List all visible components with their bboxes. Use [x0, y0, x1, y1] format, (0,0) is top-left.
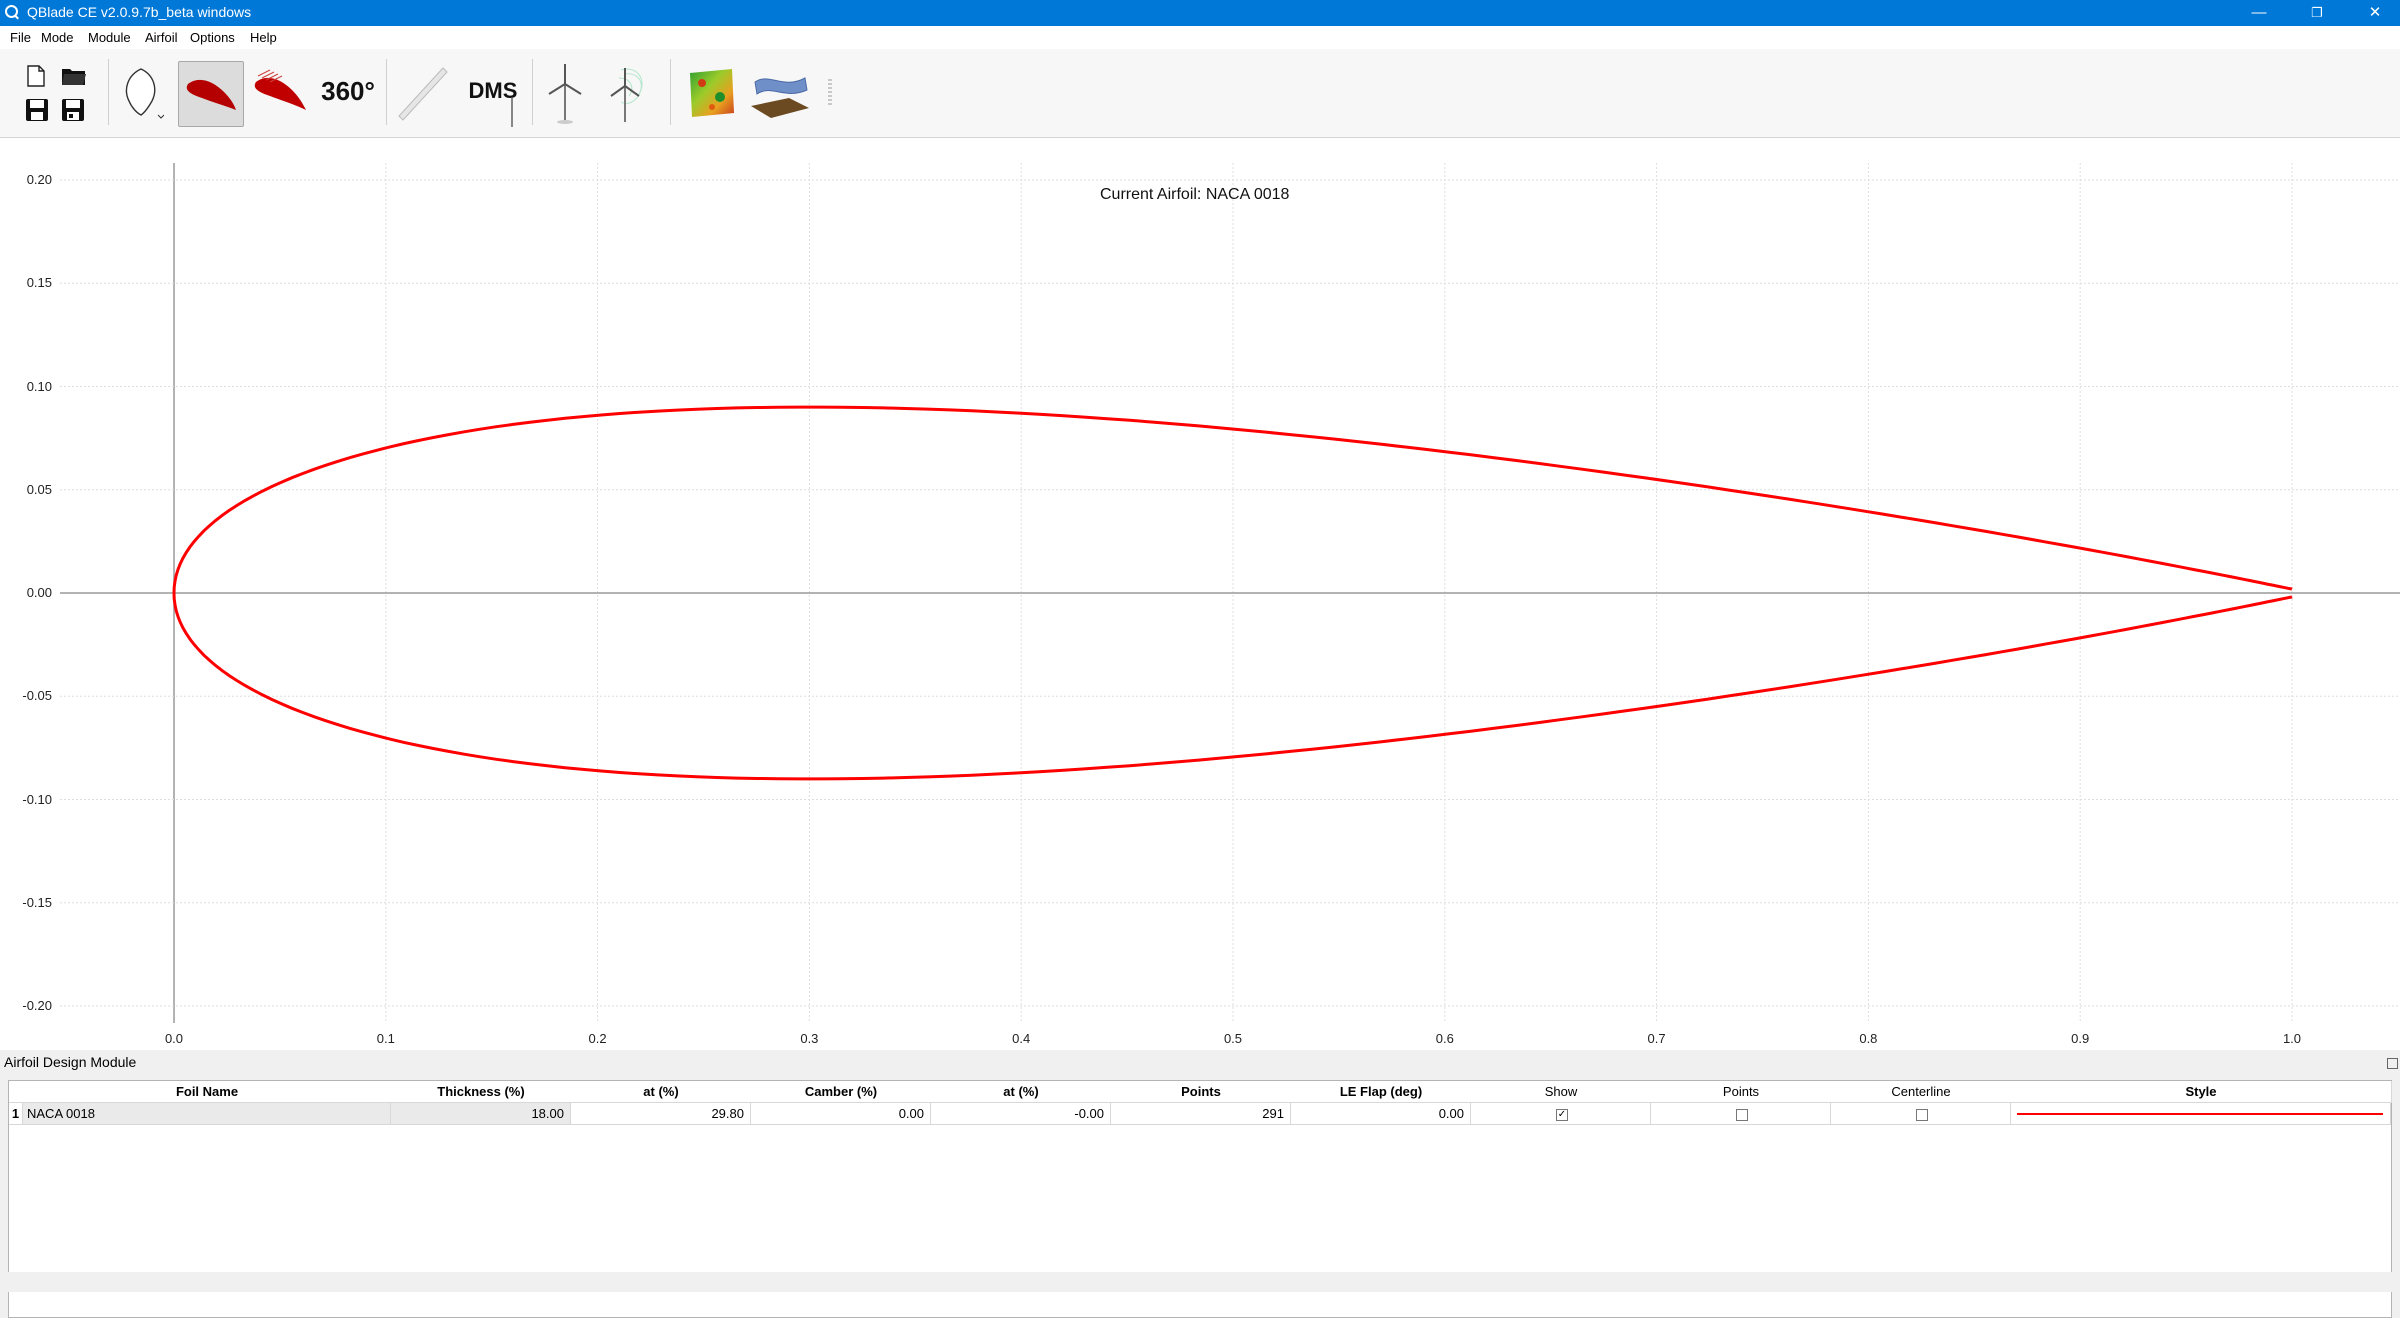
save-as-icon[interactable] [60, 97, 86, 123]
open-folder-icon[interactable] [60, 63, 88, 89]
xfoil-analysis-icon[interactable] [248, 61, 312, 125]
y-tick-label: 0.10 [26, 378, 52, 394]
minimize-button[interactable]: — [2236, 0, 2282, 26]
menu-options[interactable]: Options [190, 30, 235, 45]
col-show[interactable]: Show [1471, 1081, 1652, 1103]
menu-airfoil[interactable]: Airfoil [145, 30, 178, 45]
table-header: Foil Name Thickness (%) at (%) Camber (%… [9, 1081, 2392, 1103]
x-tick-label: 0.8 [1859, 1031, 1878, 1046]
menu-mode[interactable]: Mode [41, 30, 74, 45]
x-tick-label: 0.9 [2071, 1031, 2090, 1046]
x-tick-label: 0.0 [164, 1031, 184, 1046]
centerline-checkbox[interactable] [1916, 1109, 1928, 1121]
foil-name-cell[interactable]: NACA 0018 [23, 1103, 391, 1125]
show-checkbox[interactable]: ✓ [1556, 1109, 1568, 1121]
structural-icon[interactable] [748, 67, 812, 121]
x-tick-label: 0.1 [376, 1031, 395, 1046]
status-bar [0, 1272, 2400, 1292]
centerline-cell [1831, 1103, 2011, 1125]
points-cell[interactable]: 291 [1111, 1103, 1291, 1125]
x-tick-label: 0.2 [588, 1031, 607, 1046]
x-tick-label: 1.0 [2282, 1031, 2302, 1046]
toolbar: 360° DMS [0, 49, 2400, 138]
col-camber-at[interactable]: at (%) [931, 1081, 1112, 1103]
col-style[interactable]: Style [2011, 1081, 2392, 1103]
thickness-at-cell[interactable]: 29.80 [571, 1103, 751, 1125]
camber-at-cell[interactable]: -0.00 [931, 1103, 1111, 1125]
col-le-flap[interactable]: LE Flap (deg) [1291, 1081, 1472, 1103]
camber-cell[interactable]: 0.00 [751, 1103, 931, 1125]
dms-turbine-icon [505, 97, 519, 127]
blade-design-icon[interactable] [392, 61, 452, 125]
show-points-checkbox[interactable] [1736, 1109, 1748, 1121]
window-title: QBlade CE v2.0.9.7b_beta windows [27, 4, 252, 20]
airfoil-chart [60, 163, 2400, 1023]
y-tick-label: -0.10 [22, 791, 52, 807]
menu-help[interactable]: Help [250, 30, 277, 45]
turbine-icon[interactable] [540, 61, 590, 125]
y-tick-label: 0.05 [26, 481, 52, 497]
col-thickness[interactable]: Thickness (%) [391, 1081, 572, 1103]
y-tick-label: 0.00 [26, 585, 52, 600]
col-points[interactable]: Points [1111, 1081, 1292, 1103]
menu-module[interactable]: Module [88, 30, 131, 45]
module-title: Airfoil Design Module [4, 1054, 137, 1070]
close-button[interactable]: ✕ [2352, 0, 2398, 26]
show-points-cell [1651, 1103, 1831, 1125]
qblade-logo-icon [5, 5, 18, 18]
x-tick-label: 0.4 [1012, 1031, 1031, 1046]
y-tick-label: -0.15 [22, 894, 52, 910]
x-tick-label: 0.7 [1647, 1031, 1666, 1046]
show-cell: ✓ [1471, 1103, 1651, 1125]
restore-button[interactable]: ❐ [2294, 0, 2340, 26]
undock-icon[interactable] [2387, 1058, 2398, 1069]
col-foil-name[interactable]: Foil Name [23, 1081, 392, 1103]
col-show-points[interactable]: Points [1651, 1081, 1832, 1103]
airfoil-outline-icon[interactable] [116, 61, 166, 123]
x-tick-label: 0.6 [1435, 1031, 1454, 1046]
col-thickness-at[interactable]: at (%) [571, 1081, 752, 1103]
airfoil-plot[interactable]: Current Airfoil: NACA 0018 0.20 0.15 0.10 0… [0, 138, 2400, 1050]
save-icon[interactable] [24, 97, 50, 123]
y-tick-label: -0.20 [22, 998, 52, 1013]
style-line-swatch [2017, 1113, 2383, 1115]
le-flap-cell[interactable]: 0.00 [1291, 1103, 1471, 1125]
style-cell[interactable] [2011, 1103, 2391, 1125]
plot-title: Current Airfoil: NACA 0018 [1100, 186, 1290, 203]
thickness-cell[interactable]: 18.00 [391, 1103, 571, 1125]
turbine-simulation-icon[interactable] [600, 61, 658, 125]
menu-file[interactable]: File [10, 30, 31, 45]
row-index: 1 [9, 1103, 23, 1125]
airfoil-design-icon[interactable] [178, 61, 244, 127]
y-tick-label: 0.20 [26, 172, 52, 187]
windfield-icon[interactable] [684, 65, 740, 121]
y-tick-label: -0.05 [22, 688, 52, 704]
title-bar: QBlade CE v2.0.9.7b_beta windows — ❐ ✕ [0, 0, 2400, 26]
x-tick-label: 0.5 [1223, 1031, 1243, 1046]
col-camber[interactable]: Camber (%) [751, 1081, 932, 1103]
x-tick-label: 0.3 [800, 1031, 819, 1046]
airfoil-design-module-panel: Airfoil Design Module Foil Name Thicknes… [0, 1050, 2400, 1318]
new-file-icon[interactable] [24, 63, 48, 89]
polar-360-button[interactable]: 360° [316, 75, 380, 107]
menu-bar: File Mode Module Airfoil Options Help [0, 26, 2400, 49]
col-centerline[interactable]: Centerline [1831, 1081, 2012, 1103]
y-tick-label: 0.15 [26, 275, 52, 291]
